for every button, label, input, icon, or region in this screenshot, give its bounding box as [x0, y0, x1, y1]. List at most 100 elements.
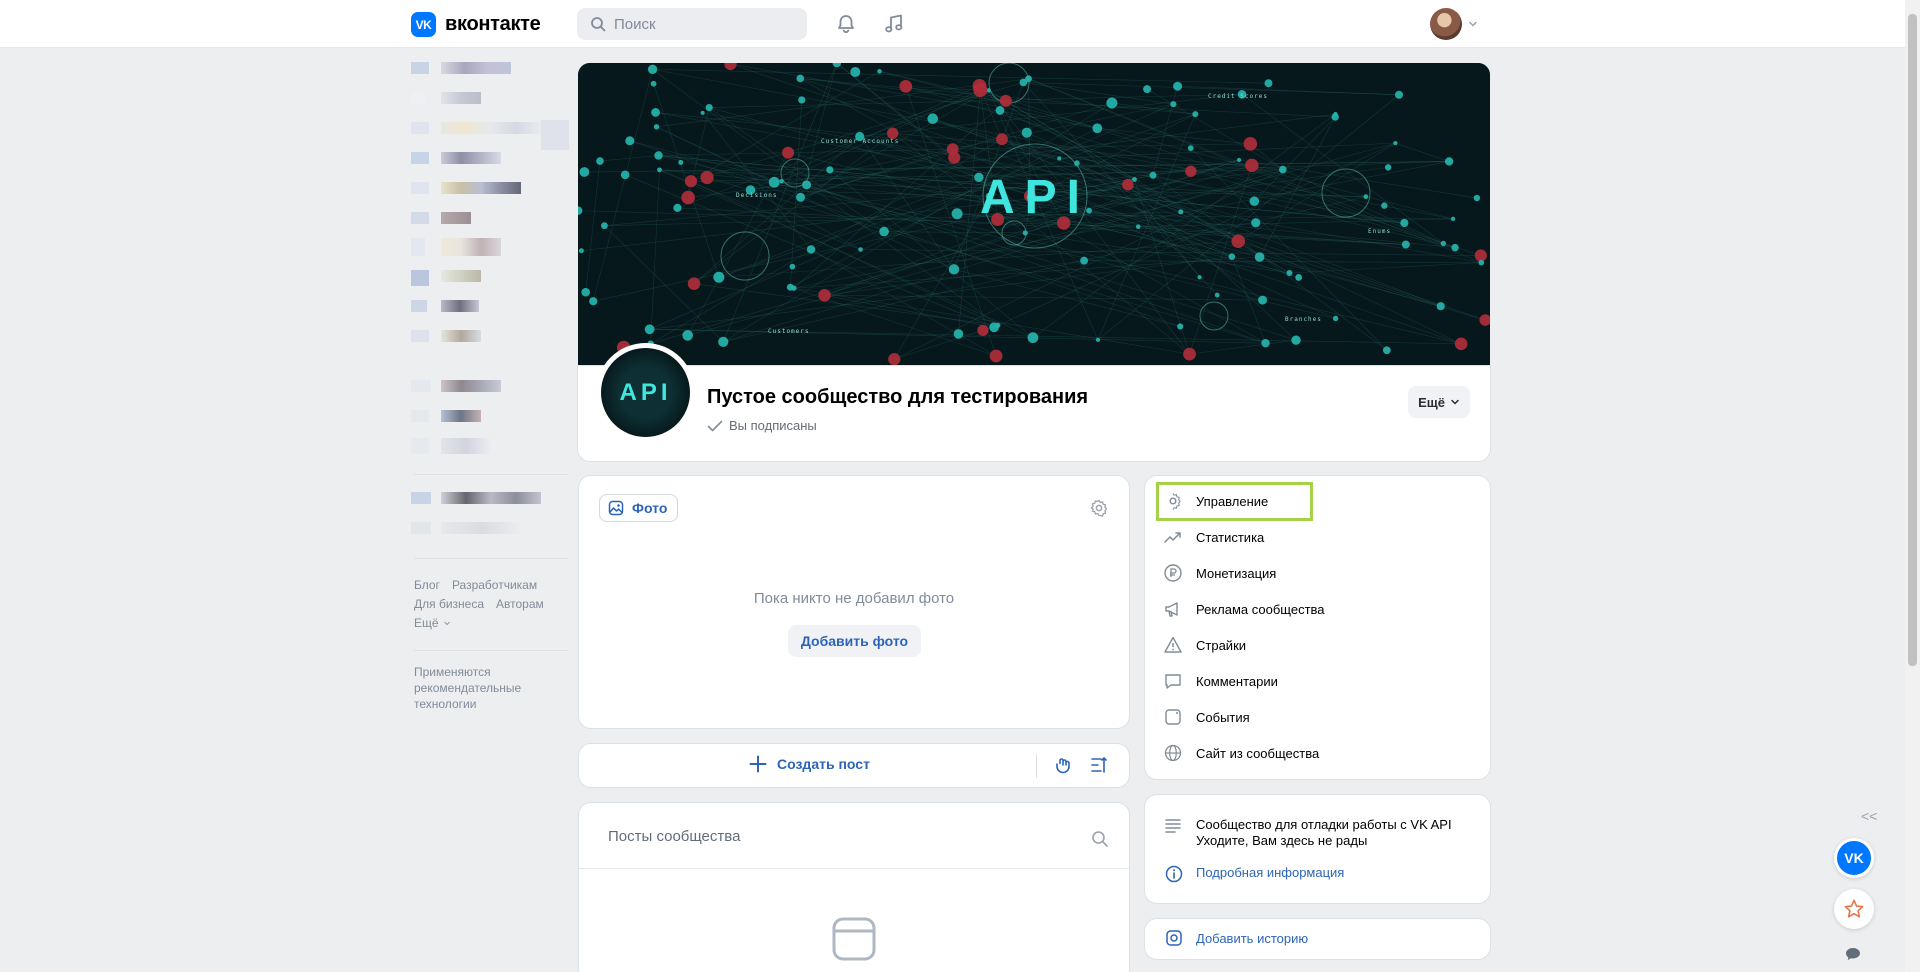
footer-link-developers[interactable]: Разработчикам: [452, 578, 537, 592]
sidebar-item[interactable]: [411, 118, 571, 150]
cover-label: Customer Accounts: [821, 138, 899, 145]
page-scrollbar-thumb[interactable]: [1908, 14, 1917, 666]
cover-label: Customers: [768, 328, 810, 335]
description-icon: [1165, 819, 1181, 838]
tab-photos-label: Фото: [632, 500, 668, 516]
menu-item-7[interactable]: Сайт из сообщества: [1163, 741, 1319, 765]
user-avatar: [1430, 8, 1462, 40]
top-header: VK вконтакте: [0, 0, 1905, 48]
plus-icon: [749, 755, 767, 773]
menu-item-label: События: [1196, 709, 1250, 725]
sidebar-item[interactable]: [411, 58, 571, 78]
footer-links: Блог Разработчикам Для бизнеса Авторам Ещё: [414, 576, 574, 633]
create-post-card: Создать пост: [579, 744, 1129, 787]
sidebar-item[interactable]: [411, 518, 571, 538]
profile-menu-button[interactable]: [1430, 8, 1478, 40]
photo-icon: [608, 500, 624, 516]
sidebar-item[interactable]: [411, 326, 571, 346]
recommendation-note[interactable]: Применяются рекомендательные технологии: [414, 664, 554, 712]
description-line-2: Уходите, Вам здесь не рады: [1196, 833, 1368, 848]
menu-item-label: Управление: [1196, 493, 1269, 509]
menu-item-label: Страйки: [1196, 637, 1247, 653]
search-input[interactable]: [614, 15, 794, 33]
story-icon: [1166, 930, 1182, 951]
more-info-link[interactable]: Подробная информация: [1196, 865, 1344, 880]
menu-item-6[interactable]: События: [1163, 705, 1250, 729]
menu-item-0[interactable]: Управление: [1163, 489, 1268, 513]
sidebar-item[interactable]: [411, 406, 571, 426]
footer-more-label: Ещё: [414, 616, 439, 630]
description-line-1: Сообщество для отладки работы с VK API: [1196, 817, 1452, 832]
calendar-icon: [1163, 707, 1183, 727]
vk-mini-app-button[interactable]: VK: [1834, 838, 1874, 878]
footer-link-business[interactable]: Для бизнеса: [414, 597, 484, 611]
menu-item-1[interactable]: Статистика: [1163, 525, 1264, 549]
music-icon[interactable]: [882, 12, 906, 36]
create-post-button[interactable]: Создать пост: [749, 755, 870, 773]
menu-item-4[interactable]: Страйки: [1163, 633, 1246, 657]
sidebar-item[interactable]: [411, 434, 571, 454]
footer-link-blog[interactable]: Блог: [414, 578, 440, 592]
group-avatar[interactable]: API: [596, 343, 695, 442]
gear-icon: [1163, 491, 1183, 511]
subscription-status[interactable]: Вы подписаны: [707, 418, 817, 433]
photos-card: Фото Пока никто не добавил фото Добавить…: [579, 476, 1129, 728]
footer-link-authors[interactable]: Авторам: [496, 597, 544, 611]
vk-logo[interactable]: VK вконтакте: [411, 12, 541, 37]
bell-icon[interactable]: [834, 12, 858, 36]
divider: [1036, 754, 1037, 778]
about-card: Сообщество для отладки работы с VK API У…: [1145, 795, 1490, 903]
cover-label: Branches: [1285, 316, 1322, 323]
sidebar-item[interactable]: [411, 178, 571, 198]
chevron-down-icon: [1451, 399, 1459, 405]
create-post-label: Создать пост: [777, 756, 870, 772]
add-story-link[interactable]: Добавить историю: [1196, 931, 1308, 946]
checkmark-icon: [707, 420, 723, 431]
management-menu: Управление Статистика Монетизация Реклама с…: [1145, 476, 1490, 779]
sidebar-item[interactable]: [411, 88, 571, 108]
posts-title: Посты сообщества: [608, 828, 741, 845]
more-button-label: Ещё: [1418, 394, 1445, 410]
sidebar-item[interactable]: [411, 376, 571, 396]
menu-item-5[interactable]: Комментарии: [1163, 669, 1278, 693]
sidebar-item[interactable]: [411, 296, 571, 316]
empty-posts-icon: [831, 916, 877, 967]
sidebar-separator: [414, 650, 568, 651]
tab-photos[interactable]: Фото: [599, 494, 679, 522]
photos-empty-text: Пока никто не добавил фото: [753, 590, 955, 607]
sidebar-item[interactable]: [411, 266, 571, 286]
more-button[interactable]: Ещё: [1408, 386, 1470, 418]
chevron-down-icon: [443, 621, 450, 626]
menu-item-3[interactable]: Реклама сообщества: [1163, 597, 1325, 621]
sort-icon[interactable]: [1089, 755, 1109, 780]
warning-icon: [1163, 635, 1183, 655]
cover-network-illustration: API Decisions Customer Accounts Credit Scor…: [578, 63, 1490, 366]
clip-icon[interactable]: [1054, 755, 1074, 780]
menu-item-2[interactable]: Монетизация: [1163, 561, 1276, 585]
chart-icon: [1163, 527, 1183, 547]
sidebar-separator: [414, 558, 568, 559]
megaphone-icon: [1163, 599, 1183, 619]
group-description: Сообщество для отладки работы с VK API У…: [1196, 817, 1452, 849]
add-photo-button[interactable]: Добавить фото: [788, 625, 921, 657]
search-icon[interactable]: [1091, 830, 1109, 853]
star-icon[interactable]: [1834, 889, 1874, 929]
collapse-icon[interactable]: <<: [1861, 808, 1877, 824]
sidebar-item[interactable]: [411, 234, 571, 256]
posts-card: Посты сообщества: [579, 803, 1129, 972]
info-icon: [1165, 865, 1183, 888]
ruble-icon: [1163, 563, 1183, 583]
sidebar-item[interactable]: [411, 148, 571, 168]
subscribed-label: Вы подписаны: [729, 418, 817, 433]
cover-title: API: [980, 171, 1090, 224]
sidebar-item[interactable]: [411, 208, 571, 228]
chat-icon[interactable]: [1845, 947, 1861, 966]
vk-logo-mark: VK: [411, 12, 436, 37]
sidebar-item[interactable]: [411, 488, 571, 508]
footer-more[interactable]: Ещё: [414, 614, 574, 633]
menu-item-label: Монетизация: [1196, 565, 1277, 581]
gear-icon[interactable]: [1090, 499, 1108, 522]
vk-logo-text: вконтакте: [445, 13, 541, 35]
group-header-card: [578, 366, 1490, 461]
search-box[interactable]: [577, 8, 807, 40]
